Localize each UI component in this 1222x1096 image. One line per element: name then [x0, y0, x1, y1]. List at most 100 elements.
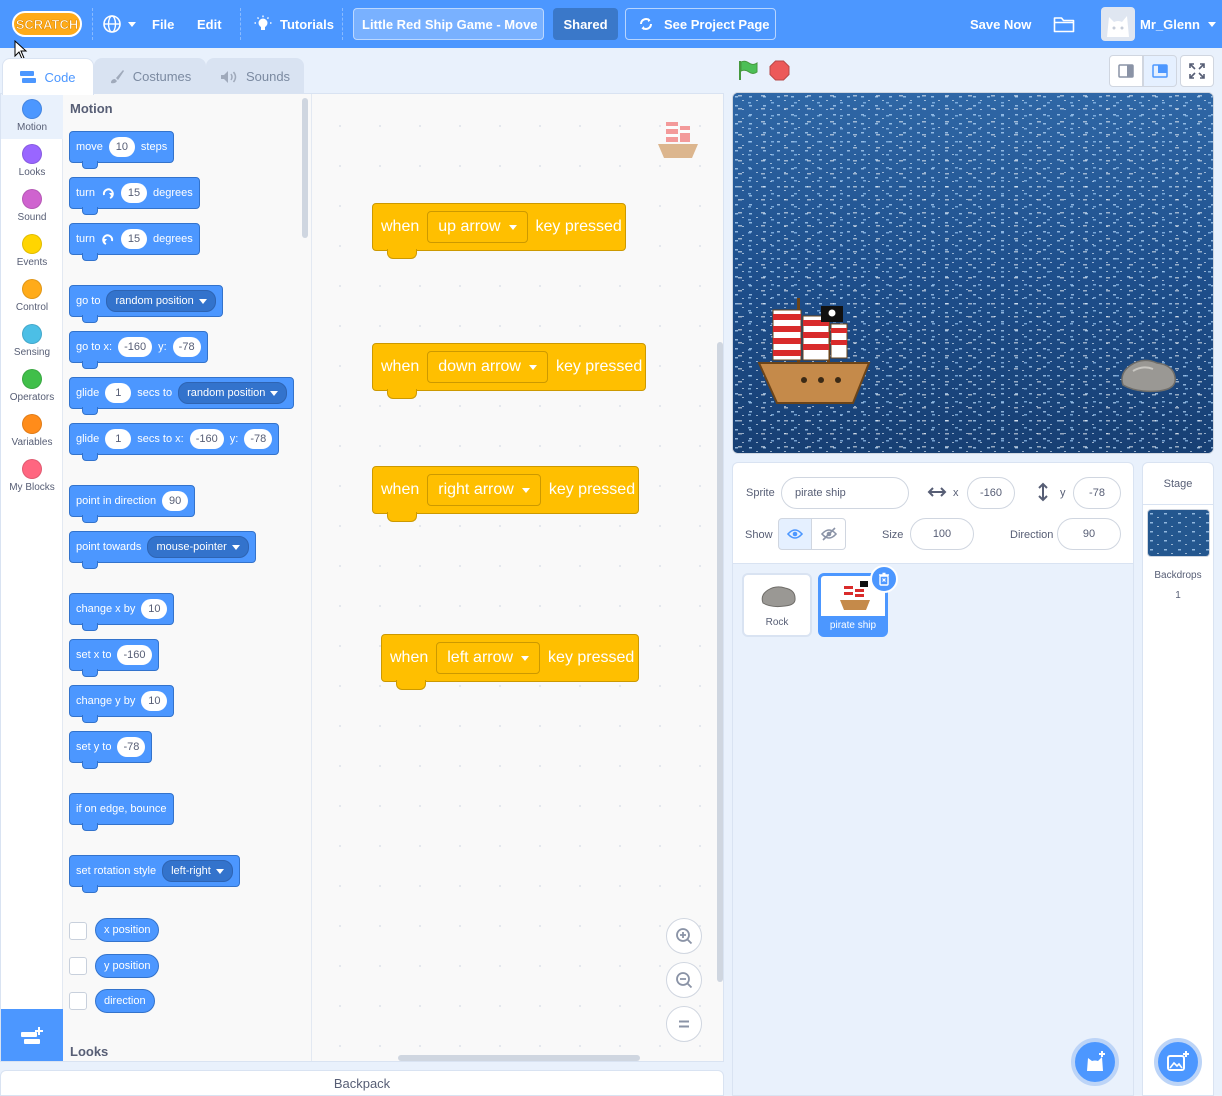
- green-flag-icon[interactable]: [737, 59, 759, 81]
- x-position-checkbox[interactable]: [69, 922, 87, 940]
- when-right-arrow-hat-block[interactable]: when right arrow key pressed: [372, 449, 639, 522]
- hide-sprite-button[interactable]: [812, 518, 846, 550]
- category-operators[interactable]: Operators: [1, 364, 63, 409]
- set-x-block[interactable]: set x to -160: [69, 639, 159, 677]
- x-position-reporter[interactable]: x position: [95, 918, 160, 942]
- set-y-block[interactable]: set y to -78: [69, 731, 153, 769]
- add-extension-button[interactable]: [1, 1009, 63, 1061]
- block-input[interactable]: -78: [244, 429, 273, 449]
- block-input[interactable]: -160: [117, 645, 152, 665]
- block-input[interactable]: -160: [118, 337, 153, 357]
- block-input[interactable]: 10: [141, 599, 168, 619]
- zoom-out-button[interactable]: [666, 962, 702, 998]
- backpack[interactable]: Backpack: [0, 1070, 724, 1096]
- block-input[interactable]: 15: [120, 183, 147, 203]
- choose-backdrop-button[interactable]: [1154, 1038, 1202, 1086]
- category-sensing[interactable]: Sensing: [1, 319, 63, 364]
- turn-left-block[interactable]: turn 15 degrees: [69, 223, 200, 261]
- change-x-block[interactable]: change x by 10: [69, 593, 175, 631]
- key-dropdown[interactable]: up arrow: [427, 211, 528, 243]
- block-input[interactable]: -160: [189, 429, 224, 449]
- delete-sprite-button[interactable]: [870, 565, 898, 593]
- dropdown-value: left-right: [171, 865, 211, 877]
- y-input[interactable]: -78: [1073, 477, 1121, 509]
- script-horizontal-scrollbar[interactable]: [398, 1055, 640, 1061]
- file-menu[interactable]: File: [152, 0, 174, 48]
- see-project-page-button[interactable]: See Project Page: [625, 8, 776, 40]
- point-towards-dropdown[interactable]: mouse-pointer: [147, 536, 249, 558]
- category-motion[interactable]: Motion: [1, 94, 63, 139]
- point-towards-block[interactable]: point towards mouse-pointer: [69, 531, 256, 569]
- script-area[interactable]: when up arrow key pressed when down arro…: [312, 94, 723, 1061]
- x-input[interactable]: -160: [967, 477, 1015, 509]
- size-input[interactable]: 100: [910, 518, 974, 550]
- zoom-in-button[interactable]: [666, 918, 702, 954]
- glide-dropdown[interactable]: random position: [178, 382, 288, 404]
- direction-input[interactable]: 90: [1057, 518, 1121, 550]
- block-input[interactable]: -78: [172, 337, 201, 357]
- y-position-checkbox[interactable]: [69, 957, 87, 975]
- category-variables[interactable]: Variables: [1, 409, 63, 454]
- category-events[interactable]: Events: [1, 229, 63, 274]
- my-stuff-button[interactable]: [1053, 0, 1075, 48]
- stop-icon[interactable]: [769, 60, 790, 81]
- stage-thumbnail[interactable]: [1147, 509, 1210, 557]
- tab-code[interactable]: Code: [2, 58, 94, 95]
- block-input[interactable]: 15: [120, 229, 147, 249]
- sprite-thumb-rock[interactable]: Rock: [742, 573, 812, 637]
- block-input[interactable]: 1: [105, 429, 132, 449]
- move-steps-block[interactable]: move 10 steps: [69, 131, 175, 169]
- account-menu[interactable]: Mr_Glenn: [1140, 0, 1216, 48]
- when-down-arrow-hat-block[interactable]: when down arrow key pressed: [372, 326, 646, 399]
- normal-stage-button[interactable]: [1143, 55, 1177, 87]
- edit-menu[interactable]: Edit: [197, 0, 222, 48]
- block-input[interactable]: -78: [117, 737, 146, 757]
- when-up-arrow-hat-block[interactable]: when up arrow key pressed: [372, 186, 626, 259]
- fullscreen-button[interactable]: [1180, 55, 1214, 87]
- block-input[interactable]: 10: [141, 691, 168, 711]
- block-input[interactable]: 1: [105, 383, 132, 403]
- key-dropdown[interactable]: down arrow: [427, 351, 548, 383]
- tab-costumes[interactable]: Costumes: [94, 58, 206, 94]
- category-control[interactable]: Control: [1, 274, 63, 319]
- project-title-input[interactable]: Little Red Ship Game - Move: [353, 8, 544, 40]
- when-left-arrow-hat-block[interactable]: when left arrow key pressed: [381, 617, 639, 690]
- zoom-reset-button[interactable]: [666, 1006, 702, 1042]
- stage-target-panel[interactable]: Stage Backdrops 1: [1142, 462, 1214, 1096]
- category-my-blocks[interactable]: My Blocks: [1, 454, 63, 499]
- avatar[interactable]: [1101, 7, 1135, 41]
- direction-checkbox[interactable]: [69, 992, 87, 1010]
- turn-right-block[interactable]: turn 15 degrees: [69, 177, 200, 215]
- tab-sounds[interactable]: Sounds: [206, 58, 304, 94]
- scratch-logo[interactable]: SCRATCH: [12, 10, 82, 38]
- go-to-dropdown[interactable]: random position: [106, 290, 216, 312]
- script-vertical-scrollbar[interactable]: [717, 342, 723, 982]
- small-stage-button[interactable]: [1109, 55, 1143, 87]
- shared-button[interactable]: Shared: [553, 8, 618, 40]
- block-input[interactable]: 90: [162, 491, 189, 511]
- glide-xy-block[interactable]: glide 1 secs to x: -160 y: -78: [69, 423, 280, 461]
- key-dropdown[interactable]: left arrow: [436, 642, 541, 674]
- block-input[interactable]: 10: [108, 137, 135, 157]
- choose-sprite-button[interactable]: [1071, 1038, 1119, 1086]
- key-dropdown[interactable]: right arrow: [427, 474, 541, 506]
- category-looks[interactable]: Looks: [1, 139, 63, 184]
- if-on-edge-bounce-block[interactable]: if on edge, bounce: [69, 793, 174, 831]
- set-rotation-style-block[interactable]: set rotation style left-right: [69, 855, 240, 893]
- show-sprite-button[interactable]: [778, 518, 812, 550]
- go-to-xy-block[interactable]: go to x: -160 y: -78: [69, 331, 208, 369]
- tutorials-button[interactable]: Tutorials: [254, 0, 334, 48]
- change-y-block[interactable]: change y by 10: [69, 685, 175, 723]
- sprite-name-input[interactable]: pirate ship: [781, 477, 909, 509]
- rotation-style-dropdown[interactable]: left-right: [162, 860, 233, 882]
- category-sound[interactable]: Sound: [1, 184, 63, 229]
- glide-block[interactable]: glide 1 secs to random position: [69, 377, 295, 415]
- save-now-button[interactable]: Save Now: [970, 0, 1031, 48]
- go-to-block[interactable]: go to random position: [69, 285, 223, 323]
- palette-scrollbar[interactable]: [302, 98, 308, 238]
- stage-canvas[interactable]: [732, 92, 1214, 454]
- language-menu[interactable]: [102, 0, 136, 48]
- y-position-reporter[interactable]: y position: [95, 954, 160, 978]
- direction-reporter[interactable]: direction: [95, 989, 155, 1013]
- point-in-direction-block[interactable]: point in direction 90: [69, 485, 196, 523]
